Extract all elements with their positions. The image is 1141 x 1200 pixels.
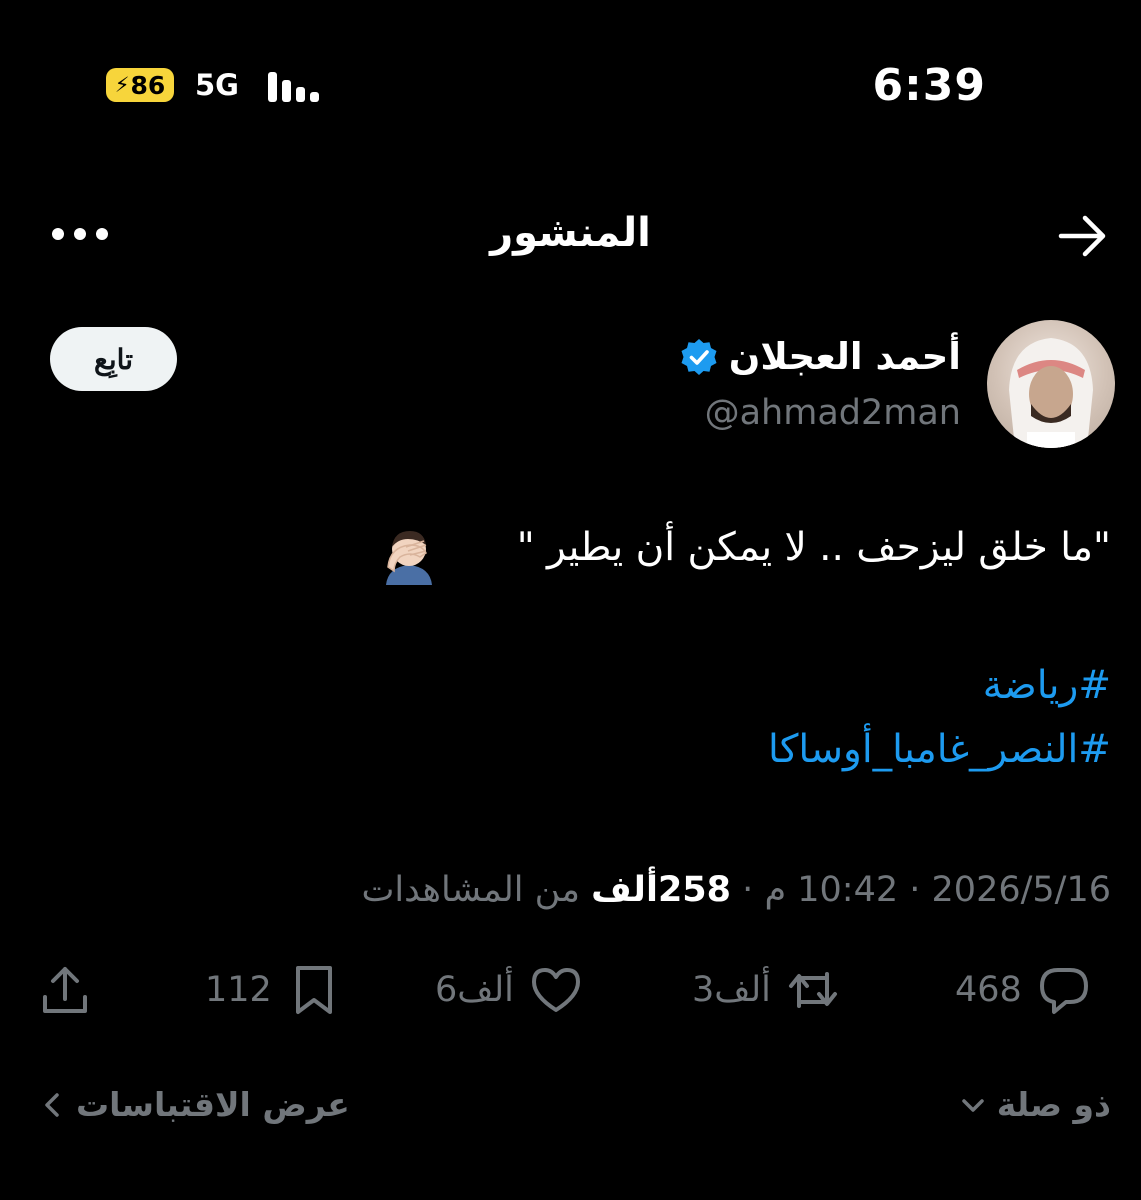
reply-button[interactable]: 468	[955, 960, 1092, 1020]
tweet-time: 10:42 م	[764, 870, 899, 910]
views-label: من المشاهدات	[361, 870, 580, 910]
page-title: المنشور	[490, 210, 651, 256]
signal-icon	[268, 70, 328, 102]
like-button[interactable]: 6ألف	[435, 960, 584, 1020]
battery-indicator: ⚡ 86	[106, 68, 174, 102]
battery-level: 86	[130, 70, 166, 100]
chevron-down-icon	[961, 1098, 984, 1112]
reply-count: 468	[955, 970, 1022, 1010]
author-name[interactable]: أحمد العجلان	[729, 335, 961, 378]
meta-separator: ·	[909, 870, 921, 910]
verified-badge-icon	[681, 338, 717, 375]
back-arrow-icon[interactable]	[1055, 212, 1111, 260]
avatar[interactable]	[987, 320, 1115, 448]
retweet-icon	[788, 972, 837, 1008]
author-name-row: أحمد العجلان	[679, 335, 961, 378]
quotes-label: عرض الاقتباسات	[76, 1085, 350, 1124]
retweet-count: 3ألف	[692, 970, 771, 1010]
retweet-button[interactable]: 3ألف	[692, 960, 841, 1020]
like-count: 6ألف	[435, 970, 514, 1010]
tweet-date: 2026/5/16	[931, 870, 1111, 910]
status-time: 6:39	[872, 60, 986, 111]
bookmark-icon	[295, 966, 332, 1014]
related-label: ذو صلة	[996, 1085, 1111, 1124]
chevron-left-icon	[45, 1092, 59, 1117]
follow-button[interactable]: تابِع	[50, 327, 177, 391]
network-type: 5G	[195, 68, 239, 102]
tweet-meta: 2026/5/16 · 10:42 م · 258ألف من المشاهدا…	[361, 870, 1111, 910]
view-quotes-link[interactable]: عرض الاقتباسات	[42, 1085, 350, 1124]
bookmark-button[interactable]: 112	[205, 960, 342, 1020]
views-count[interactable]: 258ألف	[591, 870, 731, 910]
tweet-text: "ما خلق ليزحف .. لا يمكن أن يطير "	[516, 525, 1111, 570]
author-handle[interactable]: @ahmad2man	[705, 393, 961, 433]
facepalm-emoji-icon	[386, 531, 432, 585]
bookmark-count: 112	[205, 970, 272, 1010]
battery-charging-icon: ⚡	[114, 73, 130, 97]
reply-icon	[1039, 968, 1088, 1014]
share-icon[interactable]	[37, 963, 93, 1019]
meta-separator: ·	[742, 870, 754, 910]
heart-icon	[531, 968, 580, 1012]
related-toggle[interactable]: ذو صلة	[959, 1085, 1111, 1124]
hashtag-link[interactable]: #رياضة	[983, 663, 1111, 708]
hashtag-link[interactable]: #النصر_غامبا_أوساكا	[768, 727, 1111, 772]
